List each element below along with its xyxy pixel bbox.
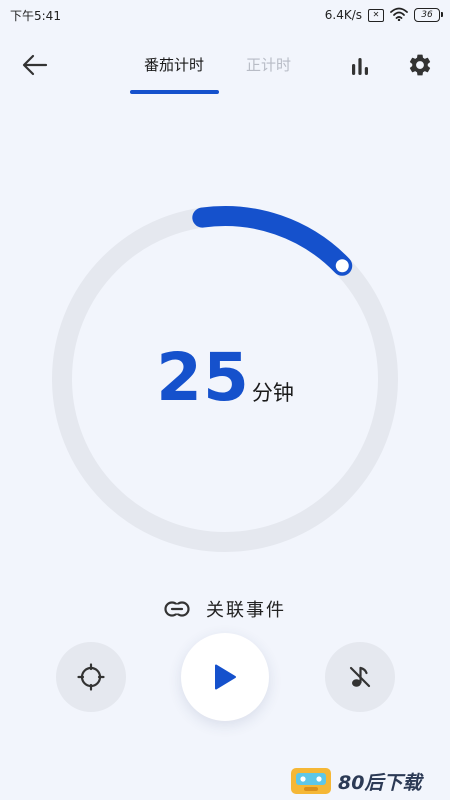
play-icon (215, 664, 236, 690)
time-display: 25 分钟 (0, 345, 450, 411)
play-button[interactable] (181, 633, 269, 721)
music-toggle-button[interactable] (325, 642, 395, 712)
link-event-button[interactable]: 关联事件 (0, 596, 450, 622)
music-off-icon (349, 666, 371, 688)
watermark-logo (291, 768, 331, 794)
link-event-label: 关联事件 (206, 600, 286, 621)
timer-minutes: 25 (156, 339, 250, 416)
timer-progress-arc (192, 206, 353, 276)
watermark: 80后下载 (290, 766, 421, 796)
timer-progress-handle[interactable] (335, 259, 349, 273)
link-icon (164, 601, 190, 617)
watermark-text: 80后下载 (338, 771, 422, 794)
crosshair-icon (77, 663, 105, 691)
focus-mode-button[interactable] (56, 642, 126, 712)
timer-unit: 分钟 (251, 381, 294, 405)
